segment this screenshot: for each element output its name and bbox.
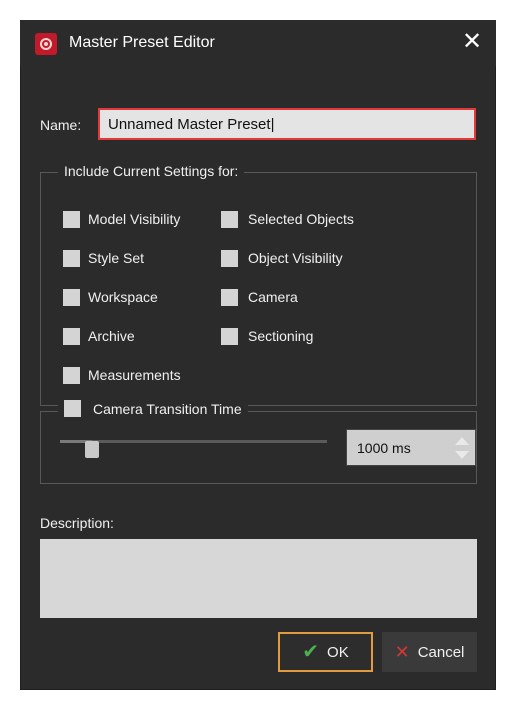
style-set-label: Style Set: [88, 250, 145, 266]
window-title: Master Preset Editor: [69, 34, 215, 51]
ok-button[interactable]: ✔ OK: [278, 632, 373, 672]
style-set-checkbox[interactable]: [63, 250, 80, 267]
model-visibility-label: Model Visibility: [88, 211, 181, 227]
camera-transition-slider-thumb[interactable]: [85, 441, 99, 458]
camera-transition-checkbox[interactable]: [64, 400, 81, 417]
name-input[interactable]: Unnamed Master Preset|: [98, 108, 476, 140]
include-settings-title: Include Current Settings for:: [58, 163, 245, 179]
description-label: Description:: [40, 515, 114, 531]
camera-transition-slider-track[interactable]: [60, 440, 327, 443]
spin-down-arrow-icon[interactable]: [455, 451, 469, 459]
app-icon: [35, 33, 57, 55]
master-preset-editor-dialog: Master Preset Editor ✕ Name: Unnamed Mas…: [20, 20, 496, 690]
workspace-label: Workspace: [88, 289, 158, 305]
check-icon: ✔: [302, 641, 320, 663]
camera-transition-spinbox[interactable]: 1000 ms: [346, 429, 476, 466]
selected-objects-checkbox[interactable]: [221, 211, 238, 228]
title-bar: Master Preset Editor ✕: [20, 20, 496, 66]
camera-transition-label: Camera Transition Time: [93, 400, 242, 417]
measurements-checkbox[interactable]: [63, 367, 80, 384]
camera-label: Camera: [248, 289, 298, 305]
ok-button-label: OK: [327, 643, 349, 661]
archive-checkbox[interactable]: [63, 328, 80, 345]
workspace-checkbox[interactable]: [63, 289, 80, 306]
camera-transition-value: 1000 ms: [357, 440, 411, 456]
name-label: Name:: [40, 117, 82, 133]
archive-label: Archive: [88, 328, 135, 344]
camera-checkbox[interactable]: [221, 289, 238, 306]
model-visibility-checkbox[interactable]: [63, 211, 80, 228]
sectioning-label: Sectioning: [248, 328, 314, 344]
cancel-button[interactable]: ✕ Cancel: [382, 632, 477, 672]
camera-transition-title: Camera Transition Time: [58, 400, 248, 417]
selected-objects-label: Selected Objects: [248, 211, 354, 227]
measurements-label: Measurements: [88, 367, 181, 383]
close-icon[interactable]: ✕: [461, 30, 483, 54]
cancel-x-icon: ✕: [394, 642, 410, 662]
sectioning-checkbox[interactable]: [221, 328, 238, 345]
description-textarea[interactable]: [40, 539, 477, 618]
object-visibility-label: Object Visibility: [248, 250, 343, 266]
cancel-button-label: Cancel: [417, 643, 465, 661]
object-visibility-checkbox[interactable]: [221, 250, 238, 267]
spin-up-arrow-icon[interactable]: [455, 437, 469, 445]
